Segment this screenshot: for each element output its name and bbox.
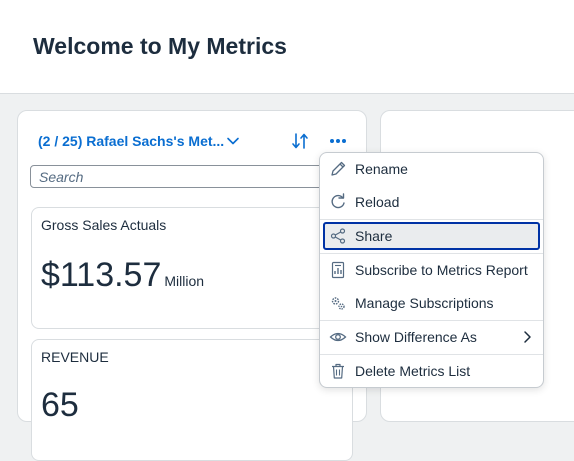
- menu-item-label: Show Difference As: [355, 329, 477, 345]
- menu-item-show-difference[interactable]: Show Difference As: [323, 323, 540, 351]
- chevron-down-icon[interactable]: [226, 134, 240, 148]
- menu-item-label: Reload: [355, 194, 400, 210]
- menu-item-share[interactable]: Share: [323, 222, 540, 250]
- metrics-list-card: (2 / 25) Rafael Sachs's Met... Gross Sal…: [17, 110, 367, 461]
- menu-item-label: Rename: [355, 161, 408, 177]
- metrics-list-selector[interactable]: (2 / 25) Rafael Sachs's Met...: [38, 133, 224, 149]
- menu-item-label: Manage Subscriptions: [355, 295, 494, 311]
- refresh-icon: [331, 193, 345, 209]
- menu-item-subscribe-report[interactable]: Subscribe to Metrics Report: [323, 256, 540, 284]
- menu-divider: [320, 253, 543, 254]
- menu-item-label: Share: [355, 228, 393, 244]
- metric-tile[interactable]: REVENUE 65: [31, 339, 353, 461]
- metric-tile-value-row: 65: [41, 386, 79, 425]
- metric-tile-unit: Million: [164, 273, 205, 289]
- report-icon: [331, 261, 345, 279]
- gears-icon: [331, 297, 345, 310]
- metric-tile-title: Gross Sales Actuals: [41, 217, 167, 233]
- menu-item-reload[interactable]: Reload: [323, 188, 540, 216]
- metric-tile-title: REVENUE: [41, 349, 109, 365]
- menu-divider: [320, 354, 543, 355]
- menu-divider: [320, 320, 543, 321]
- metric-tile-value: $113.57: [41, 256, 162, 294]
- metric-tile[interactable]: Gross Sales Actuals $113.57 Million: [31, 207, 353, 329]
- page-header: Welcome to My Metrics: [0, 0, 574, 94]
- pencil-icon: [331, 161, 346, 176]
- menu-item-rename[interactable]: Rename: [323, 155, 540, 183]
- search-input[interactable]: [30, 165, 330, 188]
- menu-item-manage-subscriptions[interactable]: Manage Subscriptions: [323, 289, 540, 317]
- sort-icon[interactable]: [290, 131, 310, 151]
- chevron-right-icon: [524, 331, 531, 343]
- menu-item-label: Subscribe to Metrics Report: [355, 262, 528, 278]
- more-options-icon[interactable]: [327, 131, 349, 151]
- menu-divider: [320, 219, 543, 220]
- share-icon: [330, 228, 346, 244]
- metric-tile-value-row: $113.57 Million: [41, 256, 204, 295]
- eye-icon: [329, 332, 347, 342]
- metric-tile-value: 65: [41, 386, 79, 424]
- trash-icon: [332, 363, 344, 379]
- page-title: Welcome to My Metrics: [33, 33, 287, 59]
- menu-item-delete-list[interactable]: Delete Metrics List: [323, 357, 540, 385]
- menu-item-label: Delete Metrics List: [355, 363, 471, 379]
- more-options-menu: Rename Reload Share Subscribe to Metrics…: [319, 152, 544, 388]
